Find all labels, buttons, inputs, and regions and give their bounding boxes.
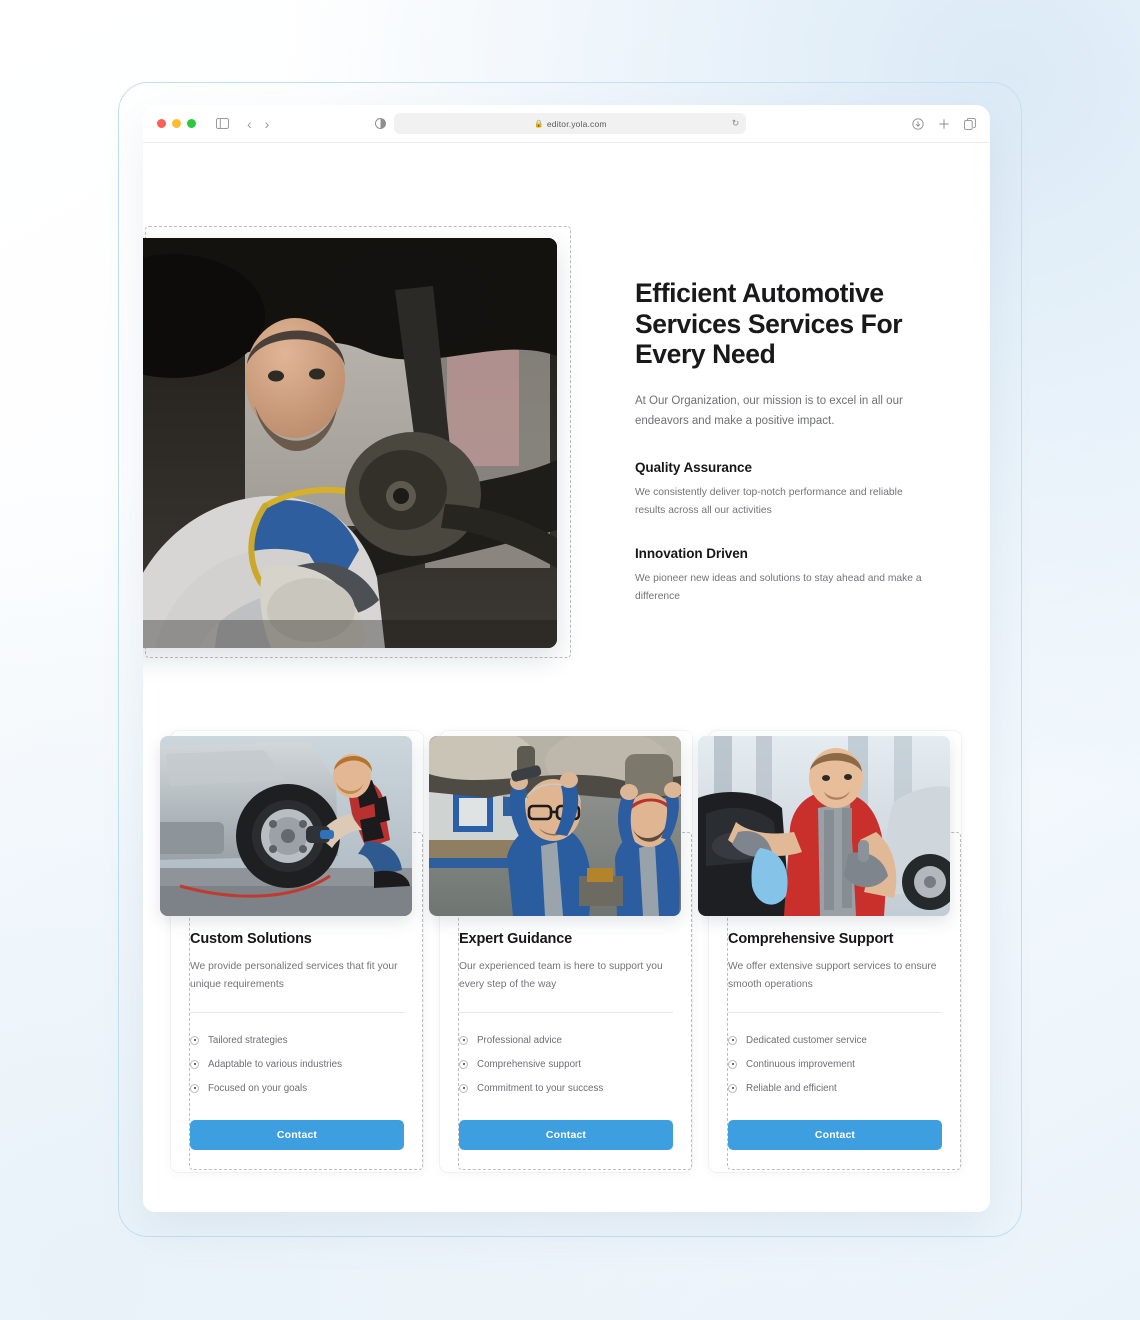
tab-overview-icon[interactable] [964,117,976,130]
card-feature-list: Dedicated customer service Continuous im… [728,1028,942,1100]
card-title: Custom Solutions [190,931,312,947]
download-icon[interactable] [912,117,924,130]
card-title: Comprehensive Support [728,931,894,947]
hero-text-block: Efficient Automotive Services Services F… [635,278,935,605]
list-item-label: Comprehensive support [477,1058,582,1070]
feature-title: Innovation Driven [635,545,748,561]
card-image[interactable] [160,736,412,916]
list-item: Dedicated customer service [728,1028,942,1052]
card-divider [459,1012,673,1014]
bullet-icon [728,1083,737,1093]
list-item: Commitment to your success [459,1076,673,1100]
list-item: Continuous improvement [728,1052,942,1076]
card-feature-list: Tailored strategies Adaptable to various… [190,1028,404,1100]
page-title: Efficient Automotive Services Services F… [635,278,903,370]
bullet-icon [728,1059,737,1069]
card-description: We provide personalized services that fi… [190,961,398,991]
reload-icon[interactable]: ↻ [732,118,740,129]
url-text: editor.yola.com [546,118,607,129]
card-title: Expert Guidance [459,931,573,947]
bullet-icon [728,1035,737,1045]
lock-icon: 🔒 [534,119,544,128]
card-feature-list: Professional advice Comprehensive suppor… [459,1028,673,1100]
sidebar-toggle-icon[interactable] [216,118,229,129]
list-item-label: Commitment to your success [477,1082,604,1094]
bullet-icon [190,1059,199,1069]
card-divider [728,1012,942,1014]
list-item: Tailored strategies [190,1028,404,1052]
navigation-arrows[interactable]: ‹ › [247,117,269,131]
list-item: Reliable and efficient [728,1076,942,1100]
list-item-label: Tailored strategies [208,1034,288,1046]
maximize-window-button[interactable] [187,119,196,128]
service-card[interactable]: Custom Solutions We provide personalized… [160,731,423,1173]
bullet-icon [190,1035,199,1045]
feature-title: Quality Assurance [635,460,752,476]
browser-toolbar: ‹ › 🔒 editor.yola.com ↻ [143,105,990,143]
feature-block-innovation: Innovation Driven We pioneer new ideas a… [635,546,935,605]
feature-block-quality: Quality Assurance We consistently delive… [635,460,935,519]
bullet-icon [459,1083,468,1093]
contact-button[interactable]: Contact [190,1120,404,1151]
hero-image[interactable] [143,238,557,648]
list-item-label: Continuous improvement [746,1058,855,1070]
service-card[interactable]: Expert Guidance Our experienced team is … [429,731,692,1173]
card-description: We offer extensive support services to e… [728,961,937,991]
card-description: Our experienced team is here to support … [459,961,663,991]
reader-view-icon[interactable] [375,118,387,129]
website-page-content: Efficient Automotive Services Services F… [143,143,990,1212]
minimize-window-button[interactable] [172,119,181,128]
list-item: Focused on your goals [190,1076,404,1100]
list-item-label: Adaptable to various industries [208,1058,342,1070]
contact-button[interactable]: Contact [459,1120,673,1151]
window-controls[interactable] [157,119,196,128]
bullet-icon [459,1035,468,1045]
list-item: Adaptable to various industries [190,1052,404,1076]
bullet-icon [190,1083,199,1093]
list-item-label: Reliable and efficient [746,1082,837,1094]
card-image[interactable] [698,736,950,916]
contact-button[interactable]: Contact [728,1120,942,1151]
service-card[interactable]: Comprehensive Support We offer extensive… [698,731,961,1173]
feature-text: We pioneer new ideas and solutions to st… [635,572,922,602]
list-item-label: Professional advice [477,1034,562,1046]
card-divider [190,1012,404,1014]
service-cards-row: Custom Solutions We provide personalized… [160,731,961,1173]
hero-subtitle: At Our Organization, our mission is to e… [635,395,903,428]
close-window-button[interactable] [157,119,166,128]
list-item: Comprehensive support [459,1052,673,1076]
feature-text: We consistently deliver top-notch perfor… [635,487,903,517]
bullet-icon [459,1059,468,1069]
list-item: Professional advice [459,1028,673,1052]
toolbar-right-actions[interactable] [912,117,976,130]
list-item-label: Focused on your goals [208,1082,308,1094]
address-bar[interactable]: 🔒 editor.yola.com ↻ [394,113,747,134]
forward-button[interactable]: › [265,117,270,131]
plus-icon[interactable] [938,118,950,130]
browser-window: ‹ › 🔒 editor.yola.com ↻ Efficient Automo… [143,105,990,1212]
card-image[interactable] [429,736,681,916]
list-item-label: Dedicated customer service [746,1034,867,1046]
back-button[interactable]: ‹ [247,117,252,131]
